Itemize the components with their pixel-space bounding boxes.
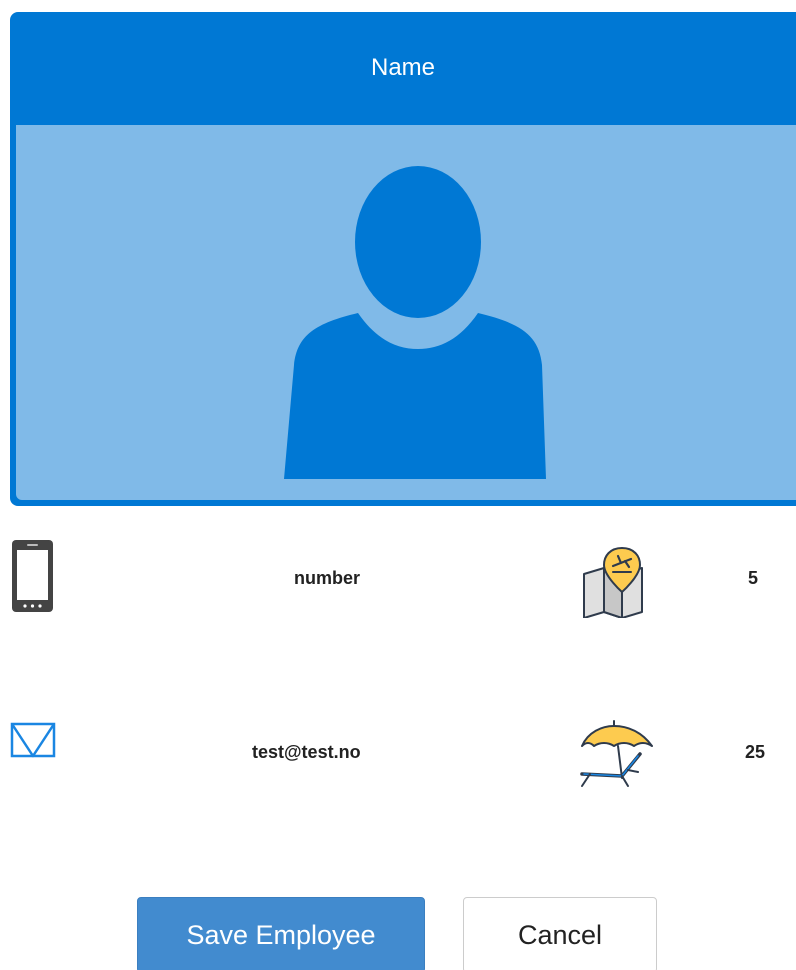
phone-row: number 5 (0, 530, 796, 620)
email-value[interactable]: test@test.no (252, 742, 361, 763)
employee-form: Name number 5 test@test.no 25 Save Emplo… (0, 0, 796, 970)
envelope-icon (10, 722, 56, 758)
travel-map-icon (583, 546, 643, 618)
save-employee-button[interactable]: Save Employee (137, 897, 425, 970)
employee-photo[interactable] (16, 125, 796, 500)
cancel-button[interactable]: Cancel (463, 897, 657, 970)
employee-name[interactable]: Name (10, 12, 796, 123)
mobile-phone-icon (12, 540, 53, 612)
vacation-days-value[interactable]: 25 (745, 742, 765, 763)
employee-card: Name (10, 12, 796, 506)
email-row: test@test.no 25 (0, 712, 796, 802)
beach-lounger-icon (580, 720, 653, 787)
phone-number-value[interactable]: number (294, 568, 360, 589)
travel-days-value[interactable]: 5 (748, 568, 758, 589)
person-silhouette-icon (284, 166, 546, 479)
